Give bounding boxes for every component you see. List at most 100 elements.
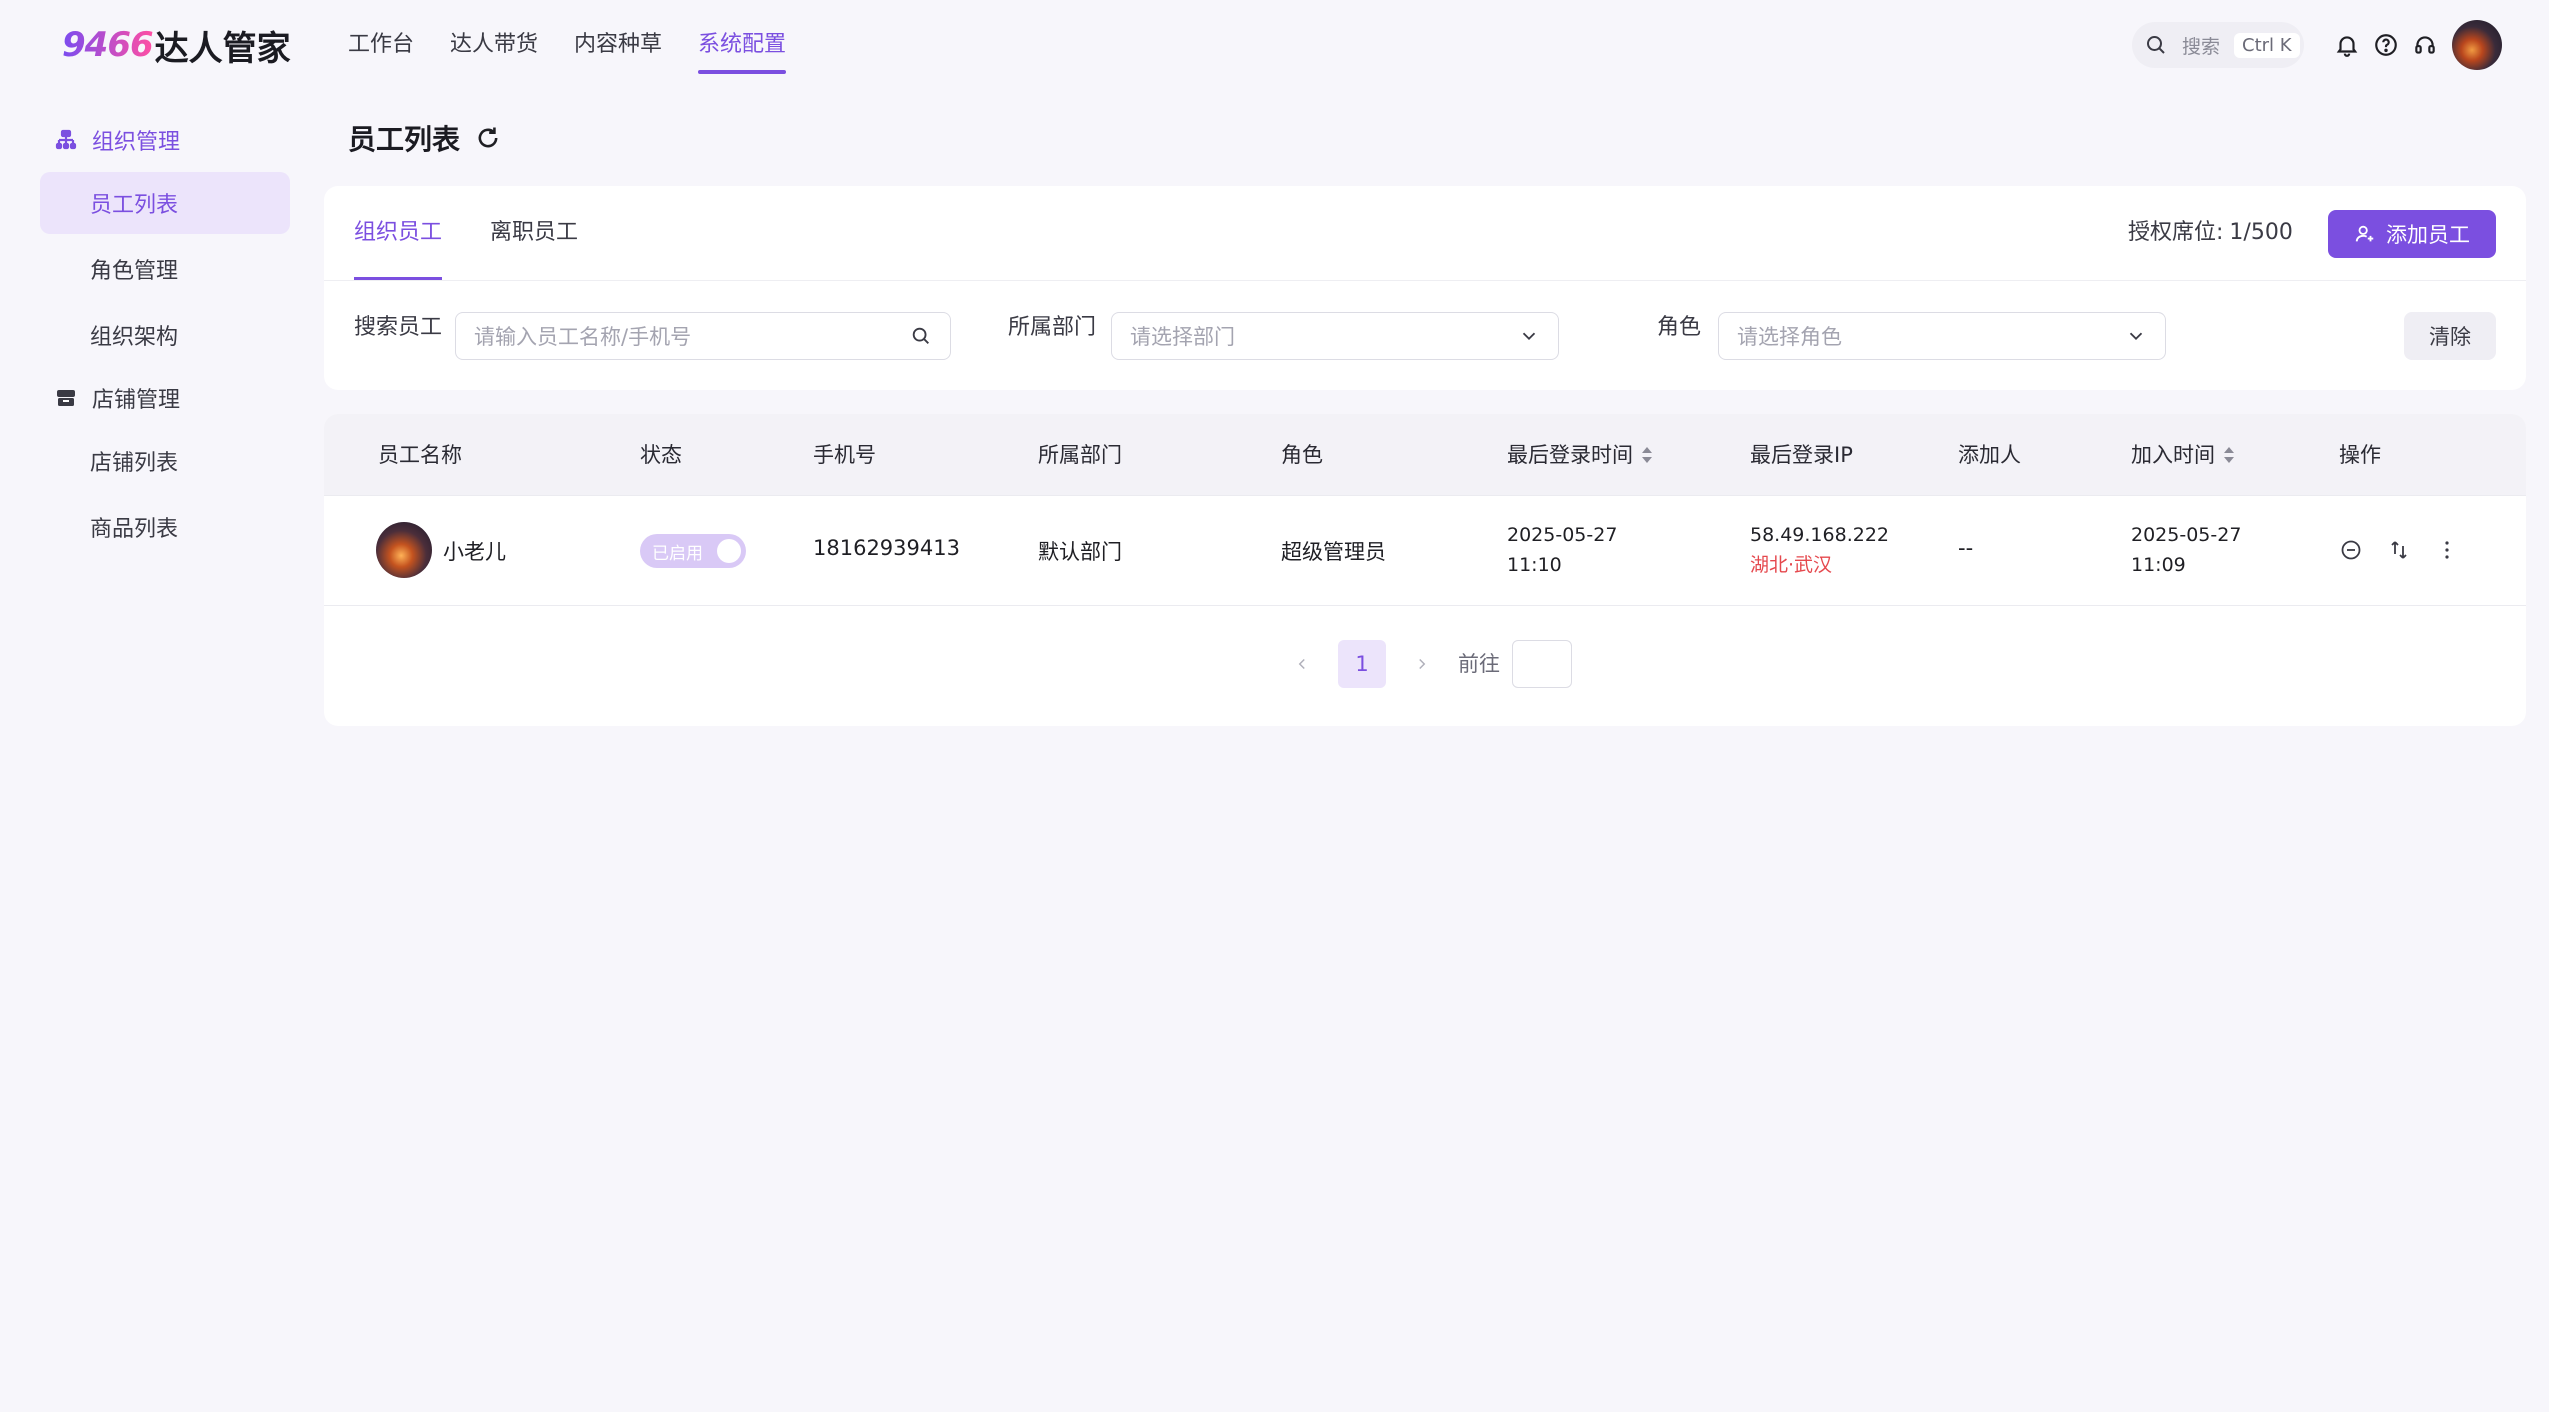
sidebar-item-org-structure[interactable]: 组织架构 <box>40 304 290 366</box>
sort-icon <box>2224 447 2234 463</box>
department-label: 所属部门 <box>1008 315 1097 340</box>
seat-count: 授权席位: 1/500 <box>2128 186 2293 280</box>
page-title: 员工列表 <box>348 118 502 158</box>
pagination-goto-input[interactable] <box>1512 640 1572 688</box>
last-login-date: 2025-05-27 <box>1507 524 1618 546</box>
join-clock: 11:09 <box>2131 554 2186 576</box>
global-search[interactable]: 搜索 Ctrl K <box>2132 22 2304 68</box>
sidebar-group-label: 组织管理 <box>92 130 181 155</box>
logo-text: 达人管家 <box>154 28 291 69</box>
headset-icon[interactable] <box>2412 32 2438 58</box>
nav-workbench[interactable]: 工作台 <box>348 26 414 76</box>
employee-search-placeholder: 请输入员工名称/手机号 <box>474 325 692 349</box>
sidebar-item-product-list[interactable]: 商品列表 <box>40 496 290 558</box>
employee-search-input[interactable]: 请输入员工名称/手机号 <box>455 312 951 360</box>
search-shortcut: Ctrl K <box>2234 32 2300 58</box>
ip-location: 湖北·武汉 <box>1750 554 1833 576</box>
join-time: 2025-05-27 11:09 <box>2131 520 2241 580</box>
employee-name[interactable]: 小老儿 <box>443 536 506 566</box>
seat-value: 1/500 <box>2229 220 2293 245</box>
search-icon <box>912 327 929 344</box>
sidebar: 组织管理 员工列表 角色管理 组织架构 店铺管理 店铺列表 商品列表 <box>40 112 290 562</box>
sidebar-item-role-management[interactable]: 角色管理 <box>40 238 290 300</box>
column-header-sortable[interactable]: 最后登录时间 <box>1507 414 1653 496</box>
add-employee-button[interactable]: 添加员工 <box>2328 210 2496 258</box>
last-login-ip: 58.49.168.222 湖北·武汉 <box>1750 520 1889 580</box>
logo-number: 9466 <box>62 25 154 65</box>
chevron-left-icon <box>1298 658 1305 670</box>
role-placeholder: 请选择角色 <box>1737 325 1842 349</box>
more-icon[interactable] <box>2435 538 2459 562</box>
employee-tabs: 组织员工 离职员工 <box>354 186 626 280</box>
table-row: 小老儿 已启用 18162939413 默认部门 超级管理员 2025-05-2… <box>324 496 2526 606</box>
pagination-goto-label: 前往 <box>1458 652 1500 676</box>
employee-role: 超级管理员 <box>1281 540 1386 564</box>
table-header: 员工名称 状态 手机号 所属部门 角色 最后登录时间 最后登录IP 添加人 加入… <box>324 414 2526 496</box>
seat-label: 授权席位: <box>2128 220 2224 245</box>
chevron-down-icon <box>2129 332 2143 341</box>
search-icon <box>2147 36 2165 54</box>
column-header: 员工名称 <box>378 443 462 467</box>
employee-department: 默认部门 <box>1038 540 1122 564</box>
sidebar-group-label: 店铺管理 <box>92 388 181 413</box>
ip-address: 58.49.168.222 <box>1750 524 1890 546</box>
nav-system-config[interactable]: 系统配置 <box>698 26 787 76</box>
column-header-label: 加入时间 <box>2131 443 2215 467</box>
employee-avatar <box>376 522 432 578</box>
search-employee-label: 搜索员工 <box>354 315 443 340</box>
tab-departed-employees[interactable]: 离职员工 <box>490 186 578 280</box>
clear-button[interactable]: 清除 <box>2404 312 2496 360</box>
column-header: 添加人 <box>1958 443 2021 467</box>
toggle-knob <box>717 539 741 563</box>
disable-icon[interactable] <box>2339 538 2363 562</box>
employee-phone: 18162939413 <box>813 536 960 560</box>
pagination-prev[interactable] <box>1292 640 1312 688</box>
search-label: 搜索 <box>2182 35 2221 58</box>
pagination-page[interactable]: 1 <box>1338 640 1386 688</box>
status-label: 已启用 <box>652 543 703 564</box>
app-logo[interactable]: 9466 达人管家 <box>62 20 291 70</box>
column-header-label: 最后登录时间 <box>1507 443 1633 467</box>
sidebar-item-employee-list[interactable]: 员工列表 <box>40 172 290 234</box>
column-header: 所属部门 <box>1038 443 1122 467</box>
chevron-down-icon <box>1522 332 1536 341</box>
column-header: 状态 <box>640 443 682 467</box>
page-title-text: 员工列表 <box>348 123 461 156</box>
role-select[interactable]: 请选择角色 <box>1718 312 2166 360</box>
column-header-sortable[interactable]: 加入时间 <box>2131 414 2235 496</box>
nav-influencer-sales[interactable]: 达人带货 <box>450 26 538 76</box>
last-login-clock: 11:10 <box>1507 554 1562 576</box>
top-header: 9466 达人管家 工作台 达人带货 内容种草 系统配置 搜索 Ctrl K <box>0 0 2549 90</box>
sort-icon <box>1642 447 1652 463</box>
column-header: 操作 <box>2339 443 2381 467</box>
role-label: 角色 <box>1657 315 1702 340</box>
add-employee-label: 添加员工 <box>2386 223 2470 247</box>
chevron-right-icon <box>1419 658 1426 670</box>
add-user-icon <box>2355 225 2374 242</box>
column-header: 手机号 <box>813 443 876 467</box>
store-icon <box>57 390 75 406</box>
department-select[interactable]: 请选择部门 <box>1111 312 1559 360</box>
org-icon <box>55 129 77 150</box>
filter-card: 组织员工 离职员工 授权席位: 1/500 添加员工 搜索员工 请输入员工名称/手… <box>324 186 2526 390</box>
sidebar-group-store[interactable]: 店铺管理 <box>40 370 290 426</box>
transfer-icon[interactable] <box>2387 538 2411 562</box>
refresh-icon[interactable] <box>474 124 502 152</box>
user-avatar[interactable] <box>2452 20 2502 70</box>
help-icon[interactable] <box>2373 32 2399 58</box>
added-by: -- <box>1958 536 1974 560</box>
pagination-next[interactable] <box>1412 640 1432 688</box>
department-placeholder: 请选择部门 <box>1130 325 1235 349</box>
sidebar-group-org[interactable]: 组织管理 <box>40 112 290 168</box>
nav-content-seeding[interactable]: 内容种草 <box>574 26 662 76</box>
tab-divider <box>324 280 2526 281</box>
join-date: 2025-05-27 <box>2131 524 2242 546</box>
top-nav: 工作台 达人带货 内容种草 系统配置 <box>348 26 822 76</box>
bell-icon[interactable] <box>2334 32 2360 58</box>
tab-active-employees[interactable]: 组织员工 <box>354 186 443 280</box>
employee-table-card: 员工名称 状态 手机号 所属部门 角色 最后登录时间 最后登录IP 添加人 加入… <box>324 414 2526 726</box>
status-toggle[interactable]: 已启用 <box>640 534 746 568</box>
last-login-time: 2025-05-27 11:10 <box>1507 520 1617 580</box>
sidebar-item-store-list[interactable]: 店铺列表 <box>40 430 290 492</box>
column-header: 最后登录IP <box>1750 443 1853 467</box>
